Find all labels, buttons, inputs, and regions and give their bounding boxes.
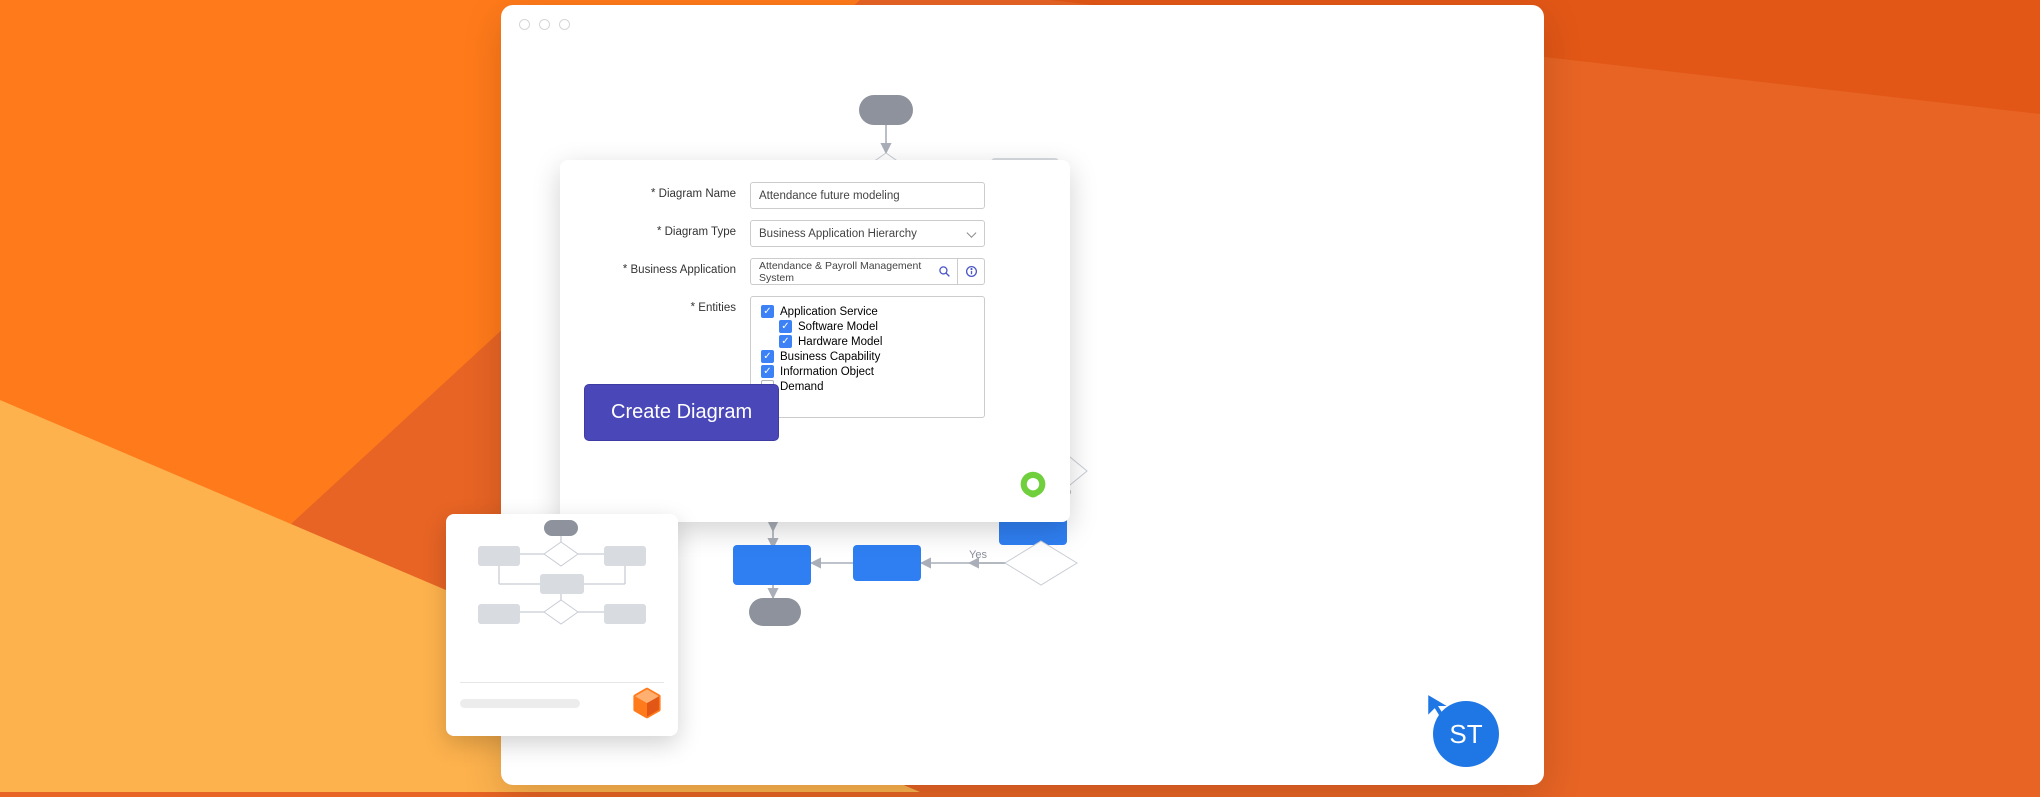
flow-process-blue[interactable] [733, 545, 811, 585]
entity-option[interactable]: ✓ Business Capability [761, 350, 974, 363]
window-control-zoom[interactable] [559, 19, 570, 30]
entity-option[interactable]: ✓ Application Service [761, 305, 974, 318]
edge-label-yes: Yes [969, 549, 987, 561]
lookup-search-button[interactable] [931, 258, 958, 285]
diagram-thumbnail-card[interactable] [446, 514, 678, 736]
entity-label: Demand [780, 381, 823, 393]
search-icon [938, 265, 951, 278]
checkbox-icon: ✓ [779, 320, 792, 333]
collaborator-cursor: ST [1425, 693, 1499, 767]
collaborator-avatar[interactable]: ST [1433, 701, 1499, 767]
chat-widget-icon[interactable] [1014, 468, 1052, 506]
flow-end[interactable] [749, 598, 801, 626]
entity-label: Information Object [780, 366, 874, 378]
flow-start[interactable] [859, 95, 913, 125]
avatar-initials: ST [1449, 719, 1482, 750]
input-business-application[interactable]: Attendance & Payroll Management System [750, 258, 931, 285]
checkbox-icon: ✓ [761, 305, 774, 318]
create-diagram-button[interactable]: Create Diagram [584, 384, 779, 441]
product-logo-icon [630, 686, 664, 720]
entity-option[interactable]: Demand [761, 380, 974, 393]
info-icon [965, 265, 978, 278]
entity-option[interactable]: ✓ Information Object [761, 365, 974, 378]
select-diagram-type[interactable]: Business Application Hierarchy [750, 220, 985, 247]
entities-listbox[interactable]: ✓ Application Service ✓ Software Model ✓ Ha… [750, 296, 985, 418]
window-titlebar [501, 5, 1544, 43]
entity-label: Software Model [798, 321, 878, 333]
field-business-application: *Business Application Attendance & Payro… [584, 258, 1046, 285]
checkbox-icon: ✓ [761, 350, 774, 363]
input-diagram-name[interactable]: Attendance future modeling [750, 182, 985, 209]
entity-label: Hardware Model [798, 336, 882, 348]
lookup-info-button[interactable] [958, 258, 985, 285]
checkbox-icon: ✓ [761, 365, 774, 378]
create-diagram-form: *Diagram Name Attendance future modeling… [560, 160, 1070, 522]
entity-label: Business Capability [780, 351, 880, 363]
checkbox-icon: ✓ [779, 335, 792, 348]
label-entities: Entities [698, 302, 736, 314]
divider [460, 682, 664, 683]
thumbnail-preview [446, 514, 678, 678]
field-diagram-type: *Diagram Type Business Application Hiera… [584, 220, 1046, 247]
flow-decision-4[interactable] [1005, 541, 1077, 585]
entity-label: Application Service [780, 306, 878, 318]
window-control-close[interactable] [519, 19, 530, 30]
flow-process-blue[interactable] [853, 545, 921, 581]
window-control-minimize[interactable] [539, 19, 550, 30]
label-business-application: Business Application [631, 264, 736, 276]
label-diagram-type: Diagram Type [665, 226, 736, 238]
entity-option[interactable]: ✓ Software Model [761, 320, 974, 333]
label-diagram-name: Diagram Name [659, 188, 736, 200]
thumbnail-title-placeholder [460, 699, 580, 708]
field-diagram-name: *Diagram Name Attendance future modeling [584, 182, 1046, 209]
entity-option[interactable]: ✓ Hardware Model [761, 335, 974, 348]
